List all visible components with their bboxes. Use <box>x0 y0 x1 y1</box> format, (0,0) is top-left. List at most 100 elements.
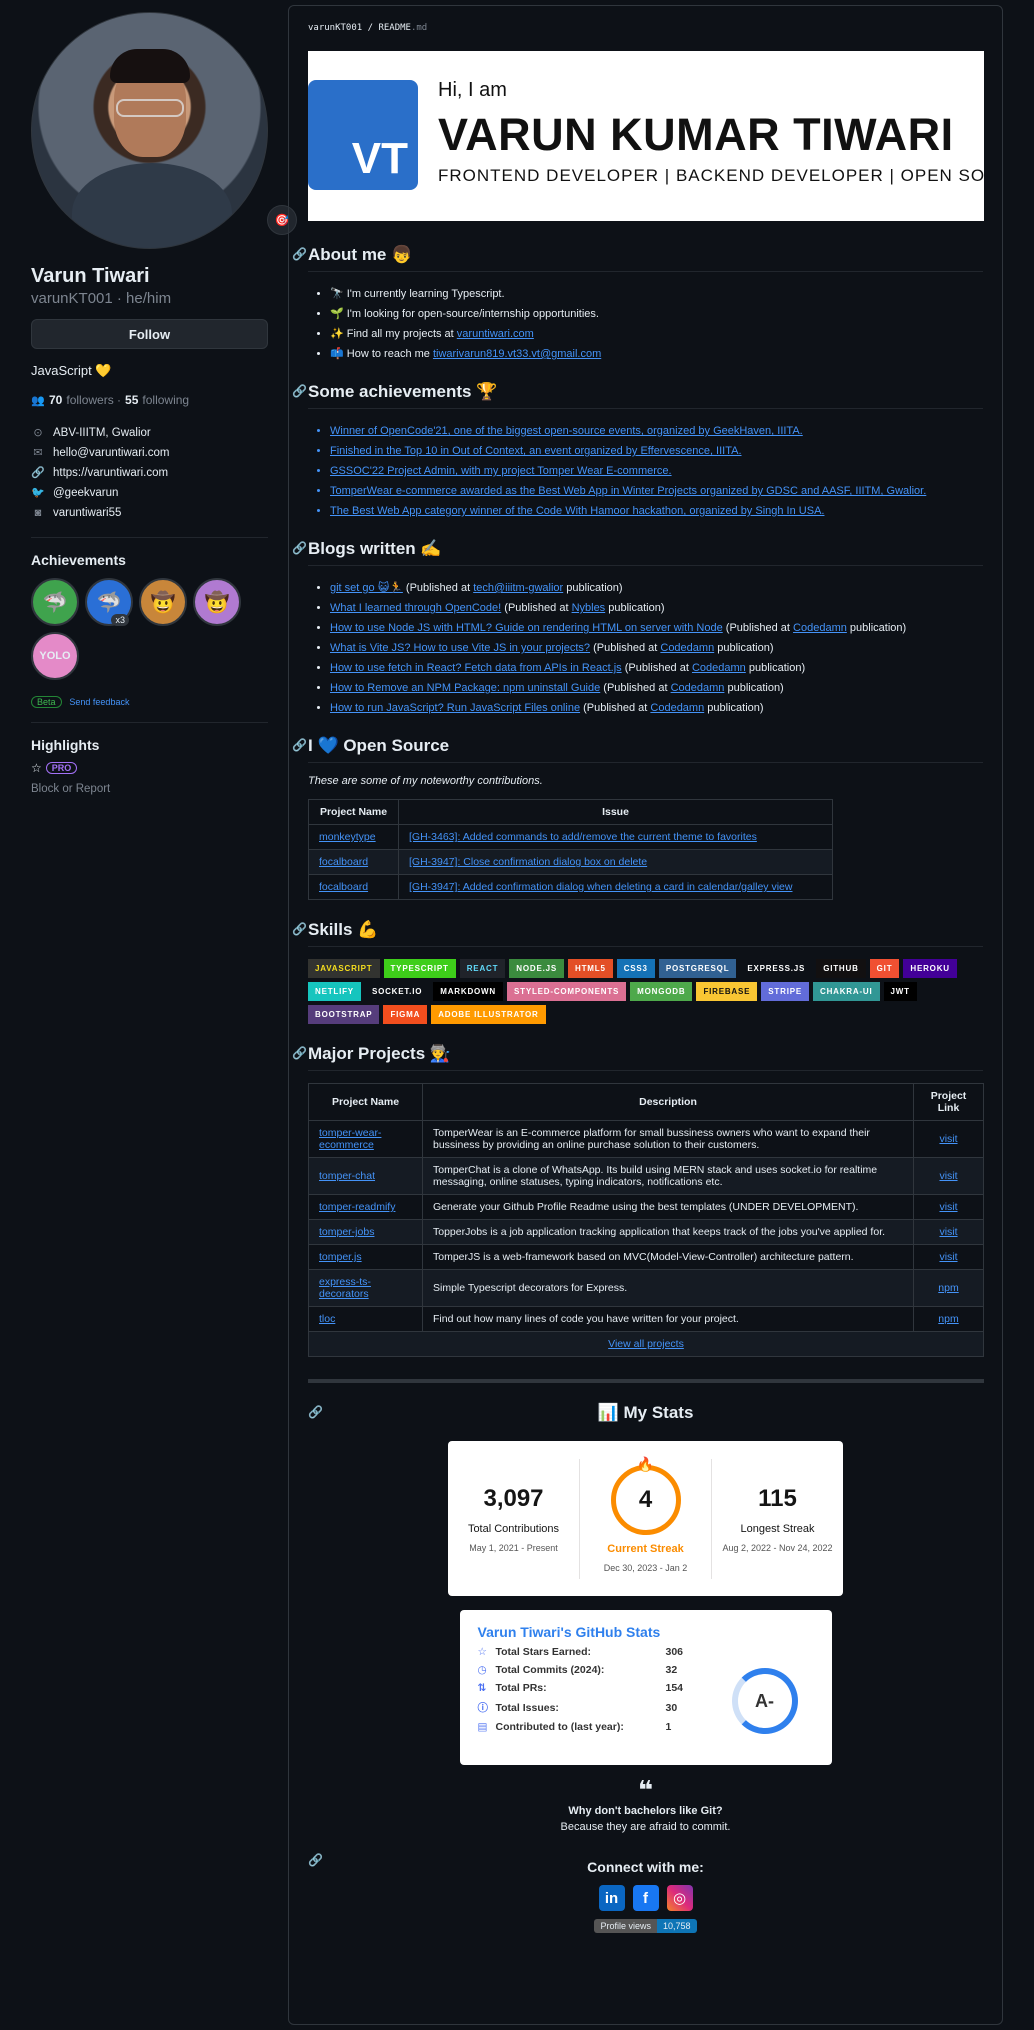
anchor-link-icon[interactable]: 🔗 <box>308 1853 323 1867</box>
blog-link[interactable]: What I learned through OpenCode! <box>330 602 501 614</box>
breadcrumb-file[interactable]: README <box>378 23 411 33</box>
send-feedback-link[interactable]: Send feedback <box>69 697 129 707</box>
project-name-link[interactable]: tomper-chat <box>308 1157 423 1195</box>
achievement-link[interactable]: Winner of OpenCode'21, one of the bigges… <box>330 421 983 441</box>
stat-icon: ⇅ <box>477 1682 487 1694</box>
anchor-link-icon[interactable]: 🔗 <box>292 1046 307 1060</box>
profile-views-label: Profile views <box>594 1919 657 1933</box>
project-description: Find out how many lines of code you have… <box>422 1306 914 1332</box>
anchor-link-icon[interactable]: 🔗 <box>292 384 307 398</box>
publication-link[interactable]: Codedamn <box>671 682 725 694</box>
banner-greeting: Hi, I am <box>438 79 507 101</box>
table-row: tloc Find out how many lines of code you … <box>308 1306 984 1332</box>
github-stats-title: Varun Tiwari's GitHub Stats <box>477 1624 661 1640</box>
blog-link[interactable]: How to use fetch in React? Fetch data fr… <box>330 662 622 674</box>
publication-link[interactable]: Codedamn <box>660 642 714 654</box>
project-name-link[interactable]: tomper-wear-ecommerce <box>308 1120 423 1158</box>
achievement-badge[interactable]: 🤠 <box>193 578 241 626</box>
stat-icon: ⓘ <box>477 1702 489 1714</box>
blog-link[interactable]: How to use Node JS with HTML? Guide on r… <box>330 622 723 634</box>
email-link[interactable]: tiwarivarun819.vt33.vt@gmail.com <box>433 348 601 360</box>
avatar-glasses <box>116 99 184 117</box>
badge-emoji: 🦈 <box>96 591 122 614</box>
blog-item: How to run JavaScript? Run JavaScript Fi… <box>330 698 983 718</box>
blog-link[interactable]: How to run JavaScript? Run JavaScript Fi… <box>330 702 580 714</box>
achievement-badge[interactable]: 🤠 <box>139 578 187 626</box>
project-name-link[interactable]: tloc <box>308 1306 423 1332</box>
project-link[interactable]: focalboard <box>308 849 399 875</box>
issue-link[interactable]: [GH-3947]: Close confirmation dialog box… <box>398 849 833 875</box>
projects-table: Project Name Description Project Link to… <box>308 1083 984 1332</box>
mail-icon: ✉ <box>33 447 43 459</box>
project-visit-link[interactable]: visit <box>913 1157 984 1195</box>
achievement-link[interactable]: TomperWear e-commerce awarded as the Bes… <box>330 481 983 501</box>
publication-link[interactable]: Codedamn <box>650 702 704 714</box>
issue-link[interactable]: [GH-3463]: Added commands to add/remove … <box>398 824 833 850</box>
anchor-link-icon[interactable]: 🔗 <box>292 247 307 261</box>
publication-link[interactable]: tech@iiitm-gwalior <box>473 582 563 594</box>
publication-link[interactable]: Codedamn <box>793 622 847 634</box>
anchor-link-icon[interactable]: 🔗 <box>292 922 307 936</box>
publication-link[interactable]: Nybles <box>572 602 606 614</box>
website-link[interactable]: varuntiwari.com <box>457 328 534 340</box>
table-header: Issue <box>398 799 833 825</box>
table-row: express-ts-decorators Simple Typescript d… <box>308 1269 984 1307</box>
achievement-badge[interactable]: 🦈 x3 <box>85 578 133 626</box>
achievements-heading: Some achievements 🏆 <box>308 382 498 401</box>
block-report-link[interactable]: Block or Report <box>31 783 268 795</box>
achievement-link[interactable]: Finished in the Top 10 in Out of Context… <box>330 441 983 461</box>
achievement-badge[interactable]: YOLO <box>31 632 79 680</box>
project-link[interactable]: monkeytype <box>308 824 399 850</box>
achievement-link[interactable]: GSSOC'22 Project Admin, with my project … <box>330 461 983 481</box>
about-section: 🔗About me 👦 🔭 I'm currently learning Typ… <box>292 245 983 364</box>
project-visit-link[interactable]: visit <box>913 1244 984 1270</box>
project-link[interactable]: focalboard <box>308 874 399 900</box>
anchor-link-icon[interactable]: 🔗 <box>292 541 307 555</box>
following-count[interactable]: 55 <box>125 393 138 407</box>
avatar[interactable] <box>31 12 268 249</box>
blogs-section: 🔗Blogs written ✍️ git set go 😺🏃 (Publish… <box>292 539 983 718</box>
achievements-list: Winner of OpenCode'21, one of the bigges… <box>308 421 983 521</box>
follow-counts: 👥 70 followers · 55 following <box>31 393 268 407</box>
follow-button[interactable]: Follow <box>31 319 268 349</box>
social-link[interactable]: varuntiwari55 <box>53 503 121 523</box>
project-visit-link[interactable]: npm <box>913 1306 984 1332</box>
project-visit-link[interactable]: visit <box>913 1120 984 1158</box>
skill-badge: CHAKRA-UI <box>813 982 880 1001</box>
table-header: Description <box>422 1083 914 1121</box>
instagram-icon[interactable]: ◎ <box>666 1885 693 1911</box>
anchor-link-icon[interactable]: 🔗 <box>292 738 307 752</box>
open-source-intro: These are some of my noteworthy contribu… <box>308 775 543 787</box>
issue-link[interactable]: [GH-3947]: Added confirmation dialog whe… <box>398 874 833 900</box>
pro-row: ☆ PRO <box>31 761 268 775</box>
followers-label[interactable]: followers · <box>66 393 121 407</box>
project-name-link[interactable]: tomper-jobs <box>308 1219 423 1245</box>
project-visit-link[interactable]: visit <box>913 1219 984 1245</box>
linkedin-icon[interactable]: in <box>598 1885 625 1911</box>
blog-link[interactable]: What is Vite JS? How to use Vite JS in y… <box>330 642 590 654</box>
followers-count[interactable]: 70 <box>49 393 62 407</box>
twitter-link[interactable]: @geekvarun <box>53 483 118 503</box>
location-icon: ⊙ <box>33 427 43 439</box>
publication-link[interactable]: Codedamn <box>692 662 746 674</box>
achievement-link[interactable]: The Best Web App category winner of the … <box>330 501 983 521</box>
blog-link[interactable]: git set go 😺🏃 <box>330 582 403 594</box>
profile-name: Varun Tiwari <box>31 265 150 287</box>
project-visit-link[interactable]: visit <box>913 1194 984 1220</box>
achievement-badge[interactable]: 🦈 <box>31 578 79 626</box>
skill-badge: SOCKET.IO <box>364 982 430 1001</box>
email-link[interactable]: hello@varuntiwari.com <box>53 443 170 463</box>
view-all-projects-link[interactable]: View all projects <box>608 1338 684 1350</box>
open-source-section: 🔗 I 💙 Open Source These are some of my no… <box>292 736 983 900</box>
website-link[interactable]: https://varuntiwari.com <box>53 463 168 483</box>
blog-link[interactable]: How to Remove an NPM Package: npm uninst… <box>330 682 600 694</box>
facebook-icon[interactable]: f <box>632 1885 659 1911</box>
breadcrumb-user[interactable]: varunKT001 <box>308 23 362 33</box>
project-name-link[interactable]: tomper-readmify <box>308 1194 423 1220</box>
project-name-link[interactable]: tomper.js <box>308 1244 423 1270</box>
skill-badge: FIREBASE <box>696 982 758 1001</box>
project-name-link[interactable]: express-ts-decorators <box>308 1269 423 1307</box>
project-visit-link[interactable]: npm <box>913 1269 984 1307</box>
anchor-link-icon[interactable]: 🔗 <box>308 1405 323 1419</box>
following-label[interactable]: following <box>142 393 189 407</box>
